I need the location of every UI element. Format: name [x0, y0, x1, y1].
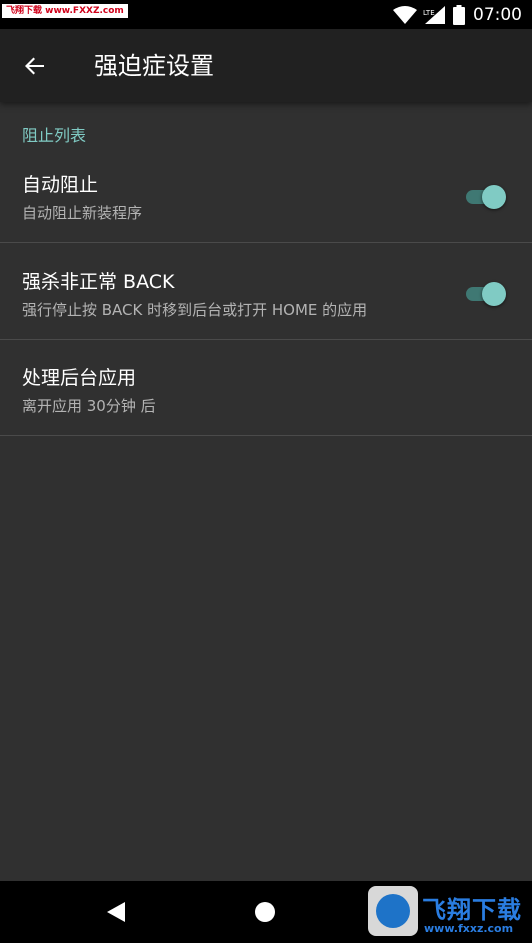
logo-circle	[376, 894, 410, 928]
lte-label: LTE	[423, 8, 435, 17]
app-bar: 强迫症设置	[0, 29, 532, 102]
pref-summary: 强行停止按 BACK 时移到后台或打开 HOME 的应用	[22, 301, 368, 319]
battery-icon	[453, 4, 465, 25]
pref-summary: 自动阻止新装程序	[22, 204, 143, 222]
force-kill-toggle[interactable]	[464, 282, 508, 306]
pref-title: 强杀非正常 BACK	[22, 271, 175, 293]
fxxz-logo-icon	[368, 886, 418, 936]
status-bar: 飞翔下载 www.FXXZ.com LTE 07:00	[0, 0, 532, 29]
toggle-thumb	[482, 185, 506, 209]
watermark-text: 飞翔下载 www.FXXZ.com	[2, 4, 128, 18]
watermark-brand: 飞翔下载	[422, 896, 522, 924]
status-icons: LTE 07:00	[393, 0, 522, 29]
auto-block-toggle[interactable]	[464, 185, 508, 209]
pref-auto-block[interactable]: 自动阻止 自动阻止新装程序	[0, 147, 532, 243]
status-time: 07:00	[473, 4, 522, 25]
wifi-icon	[393, 5, 417, 24]
cell-signal-icon: LTE	[423, 5, 445, 24]
watermark-url: www.fxxz.com	[424, 922, 514, 935]
nav-back-icon[interactable]	[105, 901, 127, 923]
watermark-logo: 飞翔下载 www.fxxz.com	[368, 884, 526, 940]
pref-background-apps[interactable]: 处理后台应用 离开应用 30分钟 后	[0, 340, 532, 436]
toggle-thumb	[482, 282, 506, 306]
pref-summary: 离开应用 30分钟 后	[22, 397, 156, 415]
pref-force-kill-back[interactable]: 强杀非正常 BACK 强行停止按 BACK 时移到后台或打开 HOME 的应用	[0, 244, 532, 340]
nav-home-icon[interactable]	[255, 902, 275, 922]
page-title: 强迫症设置	[94, 52, 214, 80]
arrow-back-icon[interactable]	[22, 53, 48, 79]
section-header: 阻止列表	[22, 126, 87, 145]
pref-title: 处理后台应用	[22, 367, 137, 389]
pref-title: 自动阻止	[22, 174, 99, 196]
